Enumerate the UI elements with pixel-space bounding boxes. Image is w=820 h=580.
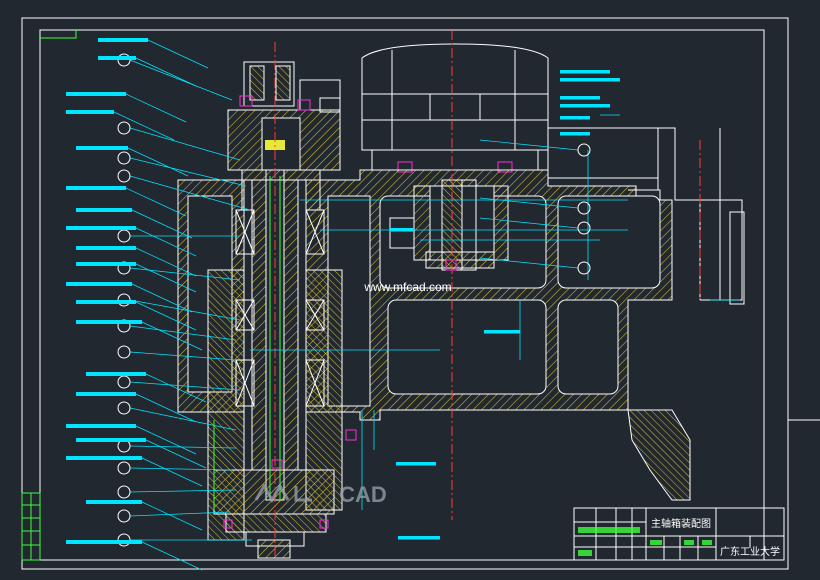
label-bar bbox=[86, 500, 142, 504]
label-bar bbox=[76, 320, 142, 324]
left-margin-strip bbox=[21, 492, 41, 561]
label-bar bbox=[66, 186, 126, 190]
leader-line bbox=[135, 57, 197, 87]
cad-drawing-sheet: www.mfcad.com CAD 主轴箱装配图 广东工业大学 bbox=[0, 0, 820, 576]
part-balloon bbox=[117, 485, 131, 499]
drawing-title: 主轴箱装配图 bbox=[651, 517, 711, 530]
label-bar bbox=[66, 110, 114, 114]
label-bar bbox=[560, 116, 590, 120]
spindle-top-cap bbox=[227, 61, 341, 171]
part-balloon bbox=[117, 229, 131, 243]
label-bar bbox=[76, 208, 132, 212]
leader-line bbox=[125, 187, 187, 217]
label-bar bbox=[76, 392, 136, 396]
label-bar bbox=[560, 96, 600, 100]
label-bar bbox=[560, 78, 620, 82]
watermark-url: www.mfcad.com bbox=[363, 280, 451, 294]
part-balloon bbox=[117, 121, 131, 135]
label-bar bbox=[76, 262, 136, 266]
label-bar bbox=[98, 38, 148, 42]
part-balloon bbox=[117, 345, 131, 359]
part-balloon bbox=[117, 375, 131, 389]
label-bar bbox=[560, 132, 590, 136]
part-balloon bbox=[117, 509, 131, 523]
leader-line bbox=[129, 59, 233, 101]
label-bar bbox=[66, 540, 142, 544]
watermark-brand: CAD bbox=[339, 482, 387, 507]
label-bar bbox=[560, 70, 610, 74]
label-bar bbox=[396, 462, 436, 466]
label-bar bbox=[484, 330, 520, 334]
leader-line bbox=[129, 127, 241, 161]
leader-line bbox=[141, 541, 203, 571]
leader-line bbox=[141, 501, 203, 531]
label-bar bbox=[76, 146, 128, 150]
leader-line bbox=[125, 93, 187, 123]
label-bar bbox=[86, 372, 146, 376]
label-bar bbox=[76, 300, 136, 304]
label-bar bbox=[76, 246, 136, 250]
motor-housing bbox=[361, 43, 549, 173]
leader-line bbox=[113, 111, 175, 141]
label-bar bbox=[560, 104, 610, 108]
corner-mark bbox=[40, 30, 77, 39]
label-bar bbox=[66, 456, 142, 460]
part-balloon bbox=[117, 461, 131, 475]
label-bar bbox=[66, 424, 136, 428]
leader-line bbox=[127, 147, 189, 177]
label-bar bbox=[98, 56, 136, 60]
cad-drawing-canvas: www.mfcad.com CAD 主轴箱装配图 广东工业大学 bbox=[21, 17, 820, 571]
leader-line bbox=[479, 139, 579, 151]
label-bar bbox=[66, 226, 136, 230]
part-balloon bbox=[117, 401, 131, 415]
label-bar bbox=[76, 438, 146, 442]
part-balloon bbox=[117, 151, 131, 165]
label-bar bbox=[398, 536, 440, 540]
label-bar bbox=[66, 282, 132, 286]
label-bar bbox=[390, 228, 414, 232]
part-balloon bbox=[117, 169, 131, 183]
label-bar bbox=[66, 92, 126, 96]
leader-line bbox=[147, 39, 209, 69]
organization-name: 广东工业大学 bbox=[720, 545, 780, 558]
